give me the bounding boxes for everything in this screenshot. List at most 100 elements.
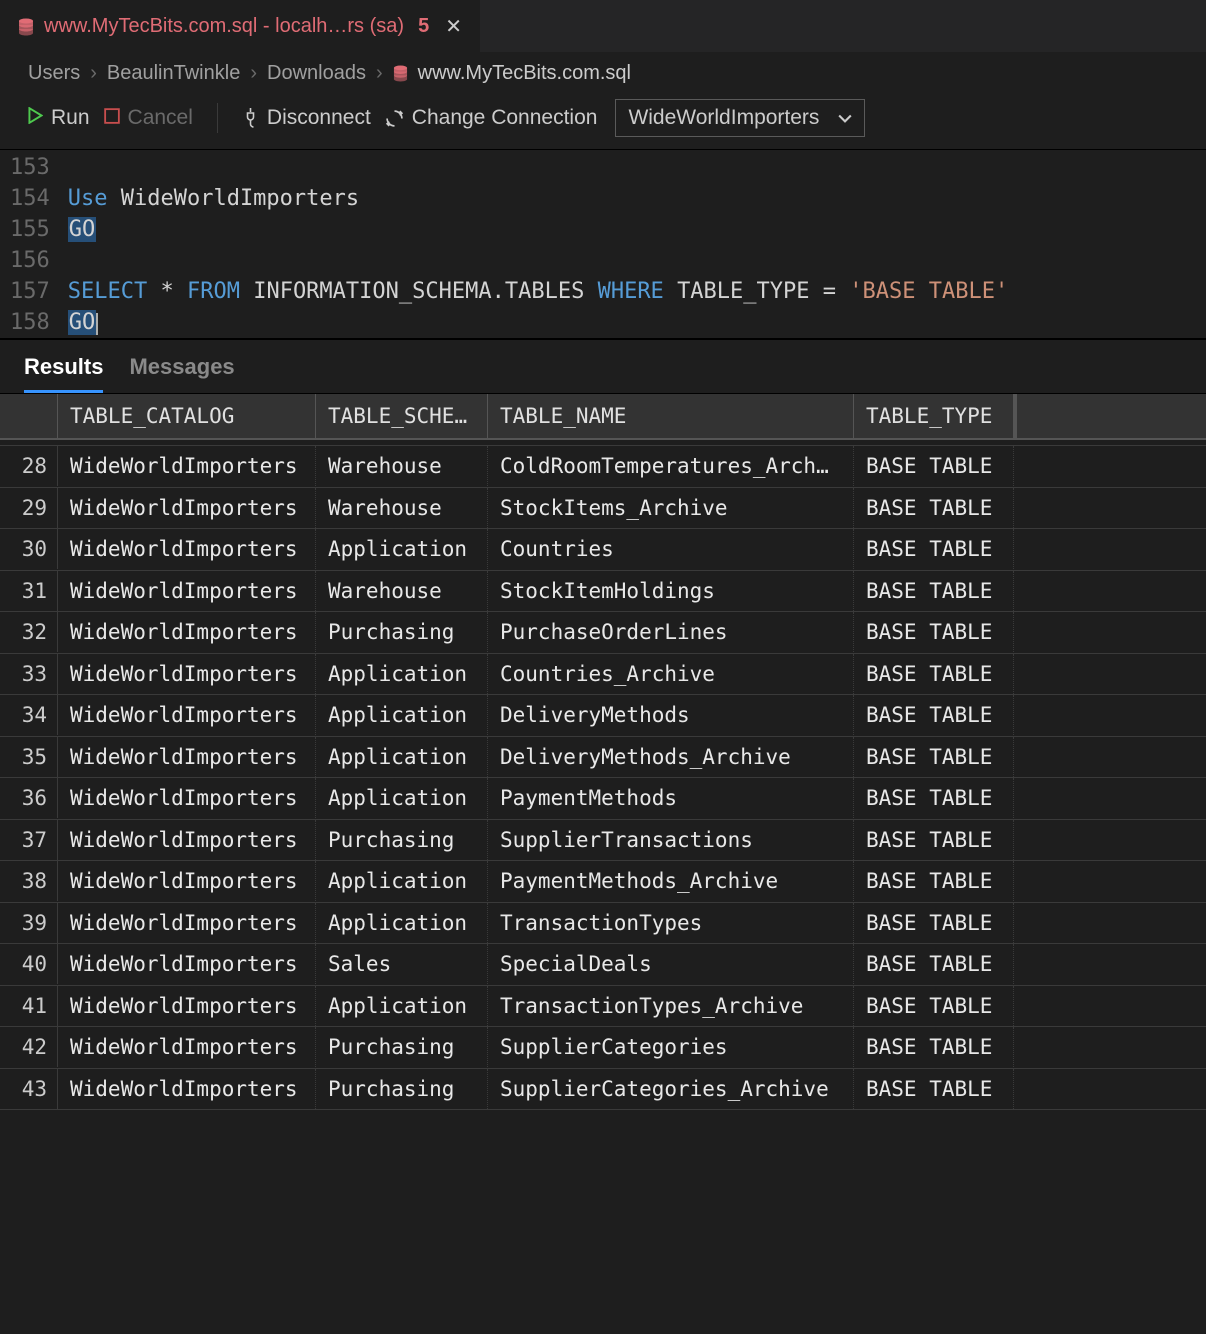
table-row[interactable]: 40WideWorldImportersSalesSpecialDealsBAS… [0, 944, 1206, 986]
cell[interactable]: WideWorldImporters [58, 695, 316, 735]
cell[interactable]: Sales [316, 944, 488, 984]
cell[interactable]: BASE TABLE [854, 612, 1014, 652]
cell[interactable]: Purchasing [316, 820, 488, 860]
cell[interactable]: Application [316, 986, 488, 1026]
row-number[interactable]: 35 [0, 737, 58, 777]
column-header[interactable]: TABLE_CATALOG [58, 394, 316, 438]
cell[interactable]: WideWorldImporters [58, 820, 316, 860]
cell[interactable]: SpecialDeals [488, 944, 854, 984]
cell[interactable]: Countries_Archive [488, 654, 854, 694]
table-row[interactable]: 34WideWorldImportersApplicationDeliveryM… [0, 695, 1206, 737]
cell[interactable]: BASE TABLE [854, 986, 1014, 1026]
cell[interactable]: WideWorldImporters [58, 903, 316, 943]
cell[interactable]: BASE TABLE [854, 737, 1014, 777]
disconnect-button[interactable]: Disconnect [242, 106, 371, 130]
cell[interactable]: WideWorldImporters [58, 612, 316, 652]
row-number[interactable]: 36 [0, 778, 58, 818]
table-row[interactable]: 29WideWorldImportersWarehouseStockItems_… [0, 488, 1206, 530]
cell[interactable]: SupplierCategories [488, 1027, 854, 1067]
cell[interactable]: Purchasing [316, 1027, 488, 1067]
cell[interactable]: WideWorldImporters [58, 529, 316, 569]
tab-messages[interactable]: Messages [129, 354, 234, 393]
cell[interactable]: Application [316, 778, 488, 818]
row-number[interactable]: 30 [0, 529, 58, 569]
cell[interactable]: SupplierCategories_Archive [488, 1069, 854, 1109]
cell[interactable]: WideWorldImporters [58, 1069, 316, 1109]
table-row[interactable]: 41WideWorldImportersApplicationTransacti… [0, 986, 1206, 1028]
code-line[interactable]: GO [68, 214, 1008, 245]
cell[interactable]: BASE TABLE [854, 944, 1014, 984]
cell[interactable]: WideWorldImporters [58, 986, 316, 1026]
breadcrumb-file[interactable]: www.MyTecBits.com.sql [418, 62, 631, 85]
cell[interactable]: BASE TABLE [854, 820, 1014, 860]
run-button[interactable]: Run [28, 106, 90, 130]
table-row[interactable]: 32WideWorldImportersPurchasingPurchaseOr… [0, 612, 1206, 654]
table-row[interactable]: 43WideWorldImportersPurchasingSupplierCa… [0, 1069, 1206, 1111]
cell[interactable]: WideWorldImporters [58, 571, 316, 611]
cell[interactable]: WideWorldImporters [58, 446, 316, 486]
row-number-header[interactable] [0, 394, 58, 438]
cell[interactable]: BASE TABLE [854, 903, 1014, 943]
cell[interactable]: BASE TABLE [854, 571, 1014, 611]
cell[interactable]: Countries [488, 529, 854, 569]
row-number[interactable]: 39 [0, 903, 58, 943]
cell[interactable]: PaymentMethods_Archive [488, 861, 854, 901]
cell[interactable]: PaymentMethods [488, 778, 854, 818]
row-number[interactable]: 41 [0, 986, 58, 1026]
table-row[interactable]: 28WideWorldImportersWarehouseColdRoomTem… [0, 446, 1206, 488]
cell[interactable]: StockItems_Archive [488, 488, 854, 528]
cell[interactable]: Warehouse [316, 571, 488, 611]
cell[interactable]: WideWorldImporters [58, 488, 316, 528]
code-line[interactable]: SELECT * FROM INFORMATION_SCHEMA.TABLES … [68, 276, 1008, 307]
table-row[interactable]: 39WideWorldImportersApplicationTransacti… [0, 903, 1206, 945]
cell[interactable]: Warehouse [316, 446, 488, 486]
cell[interactable]: TransactionTypes [488, 903, 854, 943]
cell[interactable]: WideWorldImporters [58, 1027, 316, 1067]
cell[interactable]: Warehouse [316, 488, 488, 528]
editor-tab[interactable]: www.MyTecBits.com.sql - localh…rs (sa) 5… [0, 0, 480, 52]
column-header[interactable]: TABLE_NAME [488, 394, 854, 438]
cell[interactable]: BASE TABLE [854, 1069, 1014, 1109]
cell[interactable]: DeliveryMethods [488, 695, 854, 735]
cell[interactable]: WideWorldImporters [58, 737, 316, 777]
cell[interactable]: Application [316, 654, 488, 694]
change-connection-button[interactable]: Change Connection [385, 106, 598, 130]
editor-code[interactable]: Use WideWorldImportersGO SELECT * FROM IN… [68, 152, 1008, 338]
cell[interactable]: WideWorldImporters [58, 654, 316, 694]
cell[interactable]: BASE TABLE [854, 695, 1014, 735]
column-header[interactable]: TABLE_SCHEMA [316, 394, 488, 438]
cell[interactable]: Application [316, 529, 488, 569]
cell[interactable]: BASE TABLE [854, 1027, 1014, 1067]
cell[interactable]: BASE TABLE [854, 778, 1014, 818]
cell[interactable]: ColdRoomTemperatures_Arch… [488, 446, 854, 486]
cell[interactable]: PurchaseOrderLines [488, 612, 854, 652]
cell[interactable]: Application [316, 695, 488, 735]
row-number[interactable]: 29 [0, 488, 58, 528]
cell[interactable]: WideWorldImporters [58, 778, 316, 818]
cell[interactable]: TransactionTypes_Archive [488, 986, 854, 1026]
cell[interactable]: StockItemHoldings [488, 571, 854, 611]
row-number[interactable]: 37 [0, 820, 58, 860]
cell[interactable]: Application [316, 737, 488, 777]
cell[interactable]: BASE TABLE [854, 654, 1014, 694]
table-row[interactable]: 31WideWorldImportersWarehouseStockItemHo… [0, 571, 1206, 613]
row-number[interactable]: 31 [0, 571, 58, 611]
cancel-button[interactable]: Cancel [104, 106, 193, 130]
table-row[interactable]: 33WideWorldImportersApplicationCountries… [0, 654, 1206, 696]
tab-results[interactable]: Results [24, 354, 103, 393]
cell[interactable]: DeliveryMethods_Archive [488, 737, 854, 777]
code-line[interactable]: Use WideWorldImporters [68, 183, 1008, 214]
row-number[interactable]: 40 [0, 944, 58, 984]
grid-body[interactable]: 28WideWorldImportersWarehouseColdRoomTem… [0, 446, 1206, 1110]
column-header[interactable]: TABLE_TYPE [854, 394, 1014, 438]
cell[interactable]: Purchasing [316, 612, 488, 652]
cell[interactable]: Application [316, 903, 488, 943]
table-row[interactable]: 37WideWorldImportersPurchasingSupplierTr… [0, 820, 1206, 862]
cell[interactable]: BASE TABLE [854, 529, 1014, 569]
breadcrumb-item[interactable]: Downloads [267, 62, 366, 85]
database-dropdown[interactable]: WideWorldImporters [615, 99, 865, 137]
code-line[interactable] [68, 152, 1008, 183]
row-number[interactable]: 28 [0, 446, 58, 486]
row-number[interactable]: 43 [0, 1069, 58, 1109]
tab-close-icon[interactable]: ✕ [445, 14, 462, 39]
